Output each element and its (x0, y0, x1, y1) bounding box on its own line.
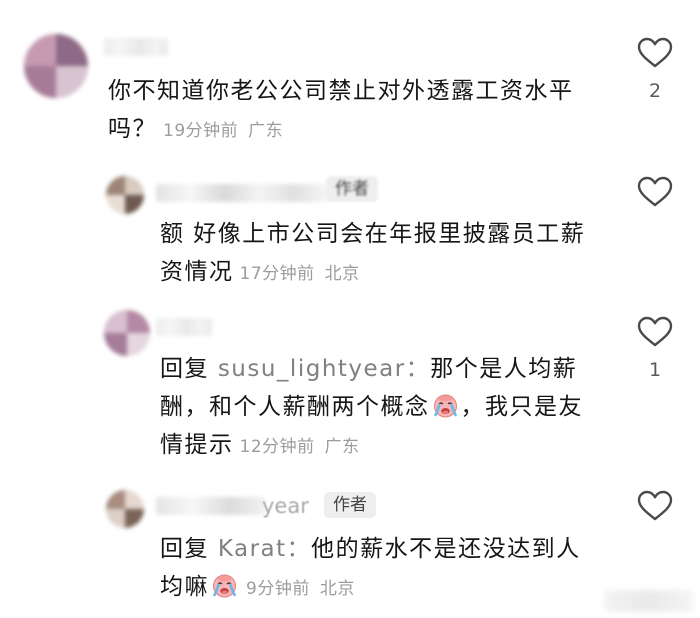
username-blurred[interactable] (156, 184, 328, 202)
comment-text: 回复 susu_lightyear：那个是人均薪酬，和个人薪酬两个概念 ，我只是… (160, 350, 600, 466)
reply-target-username[interactable]: susu_lightyear： (218, 356, 430, 382)
avatar[interactable] (106, 490, 144, 528)
like-button[interactable] (637, 176, 673, 208)
avatar[interactable] (24, 34, 88, 98)
comment-meta: 9分钟前 北京 (246, 579, 355, 599)
comment-meta: 12分钟前 广东 (240, 437, 360, 457)
watermark-blurred (604, 590, 694, 612)
username-blurred[interactable] (156, 318, 212, 336)
author-badge: 作者 (326, 176, 378, 202)
comment-time: 19分钟前 (163, 121, 239, 141)
comment-location: 北京 (324, 264, 360, 284)
comment-thread: 你不知道你老公公司禁止对外透露工资水平吗？ 19分钟前 广东 2 作者 额 好像上市… (0, 0, 700, 618)
comment-time: 17分钟前 (239, 264, 315, 284)
comment-location: 北京 (319, 579, 355, 599)
heart-outline-icon (637, 176, 673, 207)
avatar[interactable] (106, 176, 144, 214)
reply-prefix: 回复 (160, 536, 209, 562)
comment-meta: 19分钟前 广东 (163, 121, 283, 141)
reply-prefix: 回复 (160, 356, 209, 382)
author-badge: 作者 (324, 492, 376, 518)
heart-outline-icon (637, 490, 673, 521)
comment-meta: 17分钟前 北京 (240, 264, 360, 284)
comment-text: 你不知道你老公公司禁止对外透露工资水平吗？ 19分钟前 广东 (108, 72, 586, 150)
crying-face-emoji-icon (211, 572, 238, 599)
reply-target-username[interactable]: Karat： (218, 536, 311, 562)
comment-location: 广东 (324, 437, 360, 457)
heart-outline-icon (637, 316, 673, 347)
comment-location: 广东 (248, 121, 284, 141)
like-count: 1 (648, 359, 662, 381)
username-fragment[interactable]: year (262, 494, 309, 518)
heart-outline-icon (637, 37, 673, 68)
like-count: 2 (648, 80, 662, 102)
username-blurred[interactable] (156, 497, 266, 515)
comment-text: 额 好像上市公司会在年报里披露员工薪资情况 17分钟前 北京 (160, 215, 600, 293)
comment-time: 9分钟前 (246, 579, 310, 599)
like-button[interactable] (637, 37, 673, 69)
comment-text: 回复 Karat：他的薪水不是还没达到人均嘛 9分钟前 北京 (160, 530, 600, 608)
comment-body: 额 好像上市公司会在年报里披露员工薪资情况 (160, 221, 586, 285)
crying-face-emoji-icon (432, 392, 459, 419)
username-blurred[interactable] (104, 38, 168, 56)
avatar[interactable] (104, 310, 150, 356)
like-button[interactable] (637, 490, 673, 522)
like-button[interactable] (637, 316, 673, 348)
comment-time: 12分钟前 (239, 437, 315, 457)
